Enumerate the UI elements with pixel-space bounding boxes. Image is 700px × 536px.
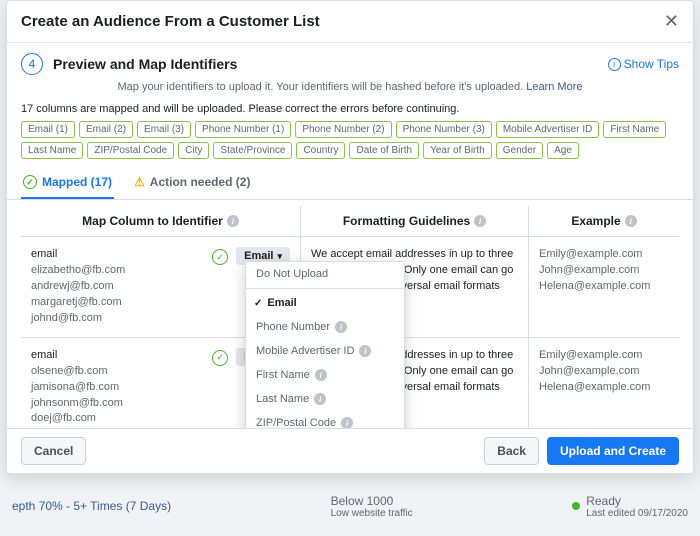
dd-do-not-upload[interactable]: Do Not Upload (246, 262, 404, 286)
mapping-rows: emailelizabetho@fb.comandrewj@fb.commarg… (21, 237, 679, 428)
chip[interactable]: Email (1) (21, 121, 75, 138)
chip[interactable]: City (178, 142, 209, 159)
warning-text: 17 columns are mapped and will be upload… (7, 101, 693, 121)
info-icon[interactable]: i (474, 215, 486, 227)
example-values: Emily@example.comJohn@example.comHelena@… (529, 338, 679, 428)
check-icon: ✓ (212, 249, 228, 265)
modal-title: Create an Audience From a Customer List (21, 13, 320, 30)
bg-audience-link[interactable]: epth 70% - 5+ Times (7 Days) (12, 499, 171, 513)
step-title: Preview and Map Identifiers (53, 56, 237, 72)
chip[interactable]: Email (3) (137, 121, 191, 138)
col-format-header: Formatting Guidelinesi (301, 206, 529, 236)
chip[interactable]: Date of Birth (349, 142, 419, 159)
dd-item[interactable]: Mobile Advertiser ID i (246, 339, 404, 363)
show-tips-link[interactable]: i Show Tips (608, 57, 679, 71)
step-number: 4 (21, 53, 43, 75)
chip[interactable]: First Name (603, 121, 666, 138)
upload-create-button[interactable]: Upload and Create (547, 437, 679, 465)
close-icon[interactable]: ✕ (664, 11, 679, 32)
chip[interactable]: Mobile Advertiser ID (496, 121, 599, 138)
info-icon[interactable]: i (227, 215, 239, 227)
tab-mapped[interactable]: ✓ Mapped (17) (21, 167, 114, 199)
chip[interactable]: Last Name (21, 142, 83, 159)
chip[interactable]: Age (547, 142, 579, 159)
check-icon: ✓ (212, 350, 228, 366)
info-icon: i (315, 369, 327, 381)
info-icon: i (341, 417, 353, 428)
cancel-button[interactable]: Cancel (21, 437, 86, 465)
example-values: Emily@example.comJohn@example.comHelena@… (529, 237, 679, 337)
warning-icon: ⚠ (134, 175, 145, 189)
bg-size: Below 1000 Low website traffic (331, 494, 413, 519)
identifier-chips: Email (1)Email (2)Email (3)Phone Number … (7, 121, 693, 167)
chip[interactable]: Gender (496, 142, 543, 159)
info-icon: i (335, 321, 347, 333)
dd-item[interactable]: Last Name i (246, 387, 404, 411)
modal: Create an Audience From a Customer List … (6, 0, 694, 474)
back-button[interactable]: Back (484, 437, 539, 465)
chip[interactable]: Phone Number (2) (295, 121, 391, 138)
help-text: Map your identifiers to upload it. Your … (7, 79, 693, 101)
col-map-header: Map Column to Identifieri (21, 206, 301, 236)
dd-item[interactable]: First Name i (246, 363, 404, 387)
learn-more-link[interactable]: Learn More (526, 81, 582, 93)
chip[interactable]: ZIP/Postal Code (87, 142, 174, 159)
identifier-dropdown[interactable]: Do Not Upload EmailPhone Number iMobile A… (245, 261, 405, 428)
bg-status: Ready Last edited 09/17/2020 (572, 494, 688, 519)
status-dot-icon (572, 502, 580, 510)
chip[interactable]: Phone Number (3) (396, 121, 492, 138)
chip[interactable]: Year of Birth (423, 142, 492, 159)
sample-values: emailolsene@fb.comjamisona@fb.comjohnson… (31, 348, 204, 428)
info-icon: i (608, 58, 621, 71)
col-example-header: Examplei (529, 206, 679, 236)
info-icon: i (359, 345, 371, 357)
dd-item[interactable]: Phone Number i (246, 315, 404, 339)
chip[interactable]: Phone Number (1) (195, 121, 291, 138)
dd-item[interactable]: Email (246, 291, 404, 315)
chip[interactable]: State/Province (213, 142, 292, 159)
sample-values: emailelizabetho@fb.comandrewj@fb.commarg… (31, 247, 204, 327)
tab-action-needed[interactable]: ⚠ Action needed (2) (132, 167, 252, 199)
info-icon: i (314, 393, 326, 405)
chip[interactable]: Email (2) (79, 121, 133, 138)
check-icon: ✓ (23, 175, 37, 189)
chip[interactable]: Country (296, 142, 345, 159)
dd-item[interactable]: ZIP/Postal Code i (246, 411, 404, 428)
info-icon[interactable]: i (625, 215, 637, 227)
